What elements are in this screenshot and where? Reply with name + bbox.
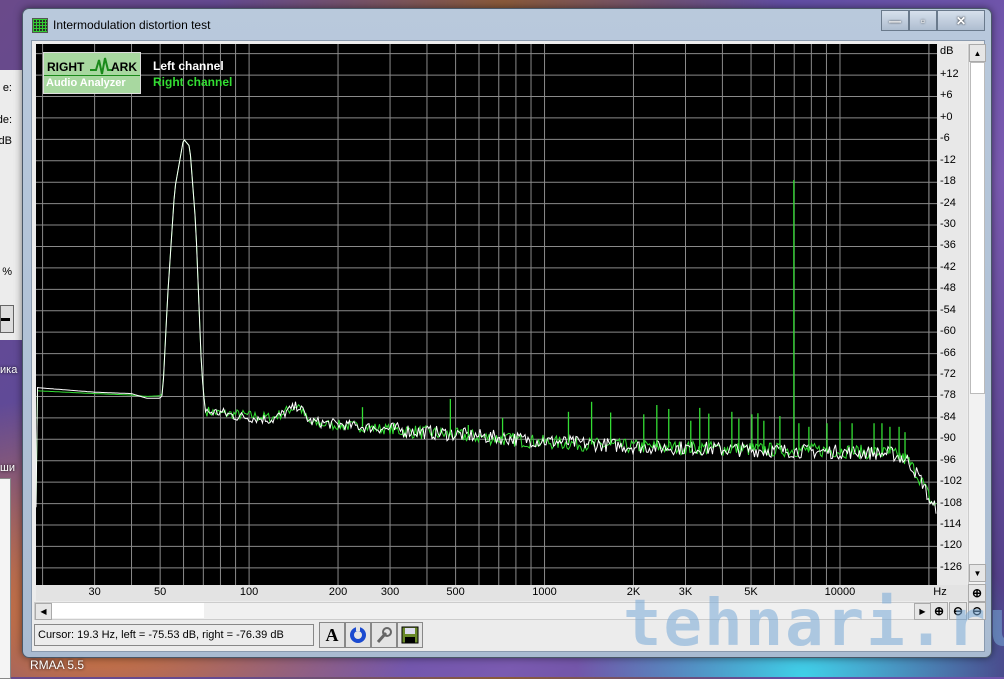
y-tick-label: -96 (940, 453, 956, 466)
logo-subtitle: Audio Analyzer (46, 77, 126, 89)
trace-left-channel (36, 139, 937, 514)
y-tick-label: +6 (940, 89, 953, 102)
x-tick-label: 500 (446, 586, 465, 598)
y-tick-label: -120 (940, 539, 963, 552)
y-tick-label: -72 (940, 368, 956, 381)
y-tick-label: -60 (940, 325, 956, 338)
x-tick-label: 30 (88, 586, 101, 598)
wrench-icon[interactable] (371, 622, 397, 648)
font-button[interactable]: A (319, 622, 345, 648)
spectrum-plot[interactable] (36, 44, 937, 585)
y-tick-label: -54 (940, 303, 956, 316)
scroll-left-button[interactable]: ◀ (35, 603, 52, 620)
y-tick-label: -24 (940, 196, 956, 209)
logo-text: ARK (111, 60, 137, 74)
y-tick-label: -108 (940, 496, 963, 509)
x-tick-label: 200 (328, 586, 348, 598)
background-button[interactable] (0, 305, 14, 333)
y-tick-label: -6 (940, 132, 950, 145)
y-tick-label: -12 (940, 153, 956, 166)
y-tick-label: -84 (940, 410, 956, 423)
scroll-down-button[interactable]: ▼ (969, 564, 986, 582)
refresh-icon[interactable] (345, 622, 371, 648)
bg-label: de: (0, 114, 12, 126)
y-tick-label: -126 (940, 560, 963, 573)
save-icon[interactable] (397, 622, 423, 648)
y-tick-label: -30 (940, 218, 956, 231)
scroll-up-button[interactable]: ▲ (969, 44, 986, 62)
bg-label: % (2, 266, 12, 278)
x-tick-label: 50 (154, 586, 167, 598)
scroll-thumb[interactable] (970, 62, 985, 394)
client-area: RIGHT ARK Audio Analyzer Left channel Ri… (31, 40, 986, 652)
minimize-button[interactable]: — (881, 10, 909, 31)
y-tick-label: -102 (940, 475, 963, 488)
y-tick-label: +0 (940, 110, 953, 123)
x-tick-label: 100 (239, 586, 259, 598)
desktop-icon-label[interactable]: ика (0, 364, 17, 376)
y-tick-label: -18 (940, 175, 956, 188)
x-tick-label: 300 (380, 586, 400, 598)
watermark: tehnari.ru (623, 587, 1004, 661)
cursor-readout: Cursor: 19.3 Hz, left = -75.53 dB, right… (34, 624, 314, 646)
app-icon (32, 18, 48, 33)
db-axis: dB +12 +6 +0 -6 -12 -18 -24 -30 -36 -42 -48 -54 -60 -… (937, 44, 967, 585)
desktop-icon-label[interactable]: ши (0, 462, 15, 474)
db-unit-label: dB (940, 45, 954, 57)
trace-right-channel (36, 139, 937, 506)
maximize-button[interactable]: ▫ (909, 10, 937, 31)
y-tick-label: -42 (940, 260, 956, 273)
y-tick-label: -114 (940, 518, 962, 530)
taskbar-label[interactable]: RMAA 5.5 (30, 658, 84, 672)
window-title: Intermodulation distortion test (53, 18, 211, 32)
hscroll-thumb[interactable] (52, 603, 204, 618)
logo-wave-icon (90, 57, 112, 75)
y-tick-label: -48 (940, 282, 956, 295)
y-tick-label: -78 (940, 389, 956, 402)
background-window-2 (0, 478, 11, 679)
imd-test-window: Intermodulation distortion test — ▫ ✕ RI… (22, 8, 1004, 661)
y-tick-label: -66 (940, 346, 956, 359)
y-tick-label: -36 (940, 239, 956, 252)
legend-right-channel: Right channel (153, 75, 233, 89)
rightmark-logo: RIGHT ARK Audio Analyzer (43, 52, 141, 94)
bg-label: e: (2, 82, 12, 94)
y-tick-label: -90 (940, 432, 956, 445)
close-button[interactable]: ✕ (937, 10, 985, 31)
vertical-scrollbar[interactable]: ▲ ▼ (968, 44, 986, 600)
x-tick-label: 1000 (532, 586, 557, 598)
bg-label: dB (0, 135, 12, 147)
logo-text: RIGHT (47, 60, 85, 74)
y-tick-label: +12 (940, 68, 959, 81)
legend-left-channel: Left channel (153, 59, 224, 73)
